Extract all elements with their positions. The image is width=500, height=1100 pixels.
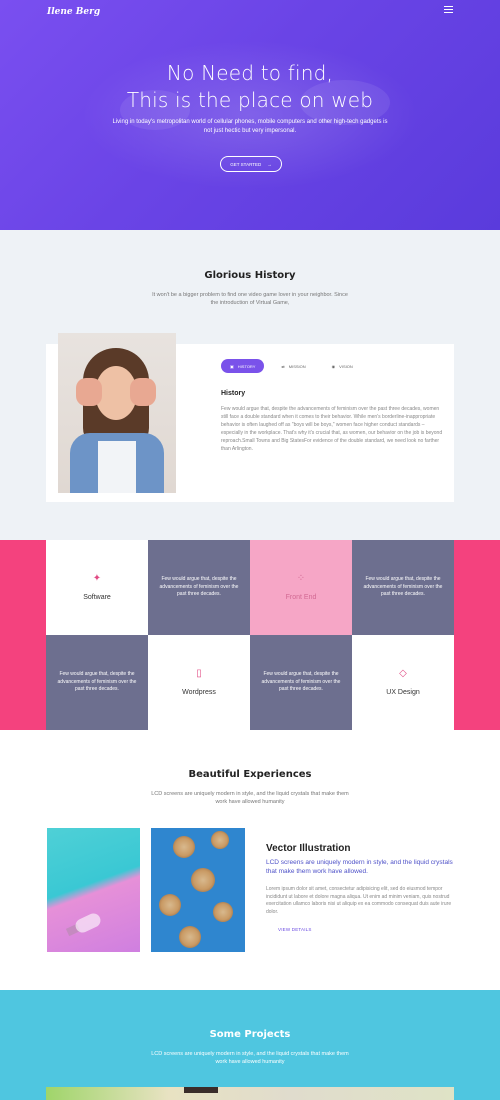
vector-illustration-paragraph: Lorem ipsum dolor sit amet, consectetur … (266, 886, 452, 915)
hero-section: Ilene Berg No Need to find, This is the … (0, 0, 500, 230)
hero-title-line2: This is the place on web (126, 88, 374, 112)
tab-history[interactable]: ▣ HISTORY (221, 359, 265, 373)
arrow-right-icon: → (267, 161, 272, 167)
projects-title: Some Projects (209, 1029, 291, 1040)
tab-vision-label: VISION (339, 363, 353, 369)
view-details-link[interactable]: VIEW DETAILS (278, 927, 312, 932)
services-section: ✦ Software Few would argue that, despite… (0, 540, 500, 730)
magic-wand-icon: ✦ (92, 573, 102, 584)
service-description: Few would argue that, despite the advanc… (46, 635, 148, 730)
image-icon: ▣ (230, 363, 234, 369)
hero-title-line1: No Need to find, (166, 61, 334, 85)
service-description: Few would argue that, despite the advanc… (352, 540, 454, 635)
experiences-subtitle: LCD screens are uniquely modern in style… (151, 791, 349, 805)
project-image[interactable] (46, 1087, 454, 1100)
eye-icon: ◉ (331, 363, 336, 369)
history-heading: History (221, 390, 246, 397)
tab-mission[interactable]: ⇄ MISSION (272, 359, 314, 373)
get-started-button[interactable]: GET STARTED → (220, 156, 282, 172)
history-tabs: ▣ HISTORY ⇄ MISSION ◉ VISION (221, 359, 362, 373)
service-wordpress[interactable]: ▯ Wordpress (148, 635, 250, 730)
service-frontend[interactable]: ⁘ Front End (250, 540, 352, 635)
get-started-label: GET STARTED (230, 161, 262, 167)
service-text: Few would argue that, despite the advanc… (261, 671, 341, 693)
projects-subtitle: LCD screens are uniquely modern in style… (151, 1051, 349, 1065)
site-logo[interactable]: Ilene Berg (47, 7, 100, 17)
service-software-label: Software (83, 594, 111, 601)
history-paragraph: Few would argue that, despite the advanc… (221, 406, 443, 452)
history-title: Glorious History (204, 270, 296, 281)
document-icon: ▯ (196, 668, 202, 679)
service-uxdesign-label: UX Design (386, 689, 420, 696)
portrait-image (58, 333, 176, 493)
sparkle-icon: ⁘ (296, 573, 306, 584)
service-text: Few would argue that, despite the advanc… (159, 576, 239, 598)
service-frontend-label: Front End (285, 594, 317, 601)
vector-illustration-lead: LCD screens are uniquely modern in style… (266, 859, 453, 875)
diamond-icon: ◇ (399, 668, 407, 679)
tab-vision[interactable]: ◉ VISION (323, 359, 362, 373)
transfer-icon: ⇄ (281, 363, 285, 369)
experiences-title: Beautiful Experiences (188, 769, 312, 780)
tab-history-label: HISTORY (237, 363, 256, 369)
service-wordpress-label: Wordpress (182, 689, 216, 696)
history-subtitle: It won't be a bigger problem to find one… (152, 292, 348, 306)
service-uxdesign[interactable]: ◇ UX Design (352, 635, 454, 730)
vector-illustration-heading: Vector Illustration (266, 843, 351, 854)
tab-mission-label: MISSION (288, 363, 306, 369)
hero-intro-text: Living in today's metropolitan world of … (112, 119, 388, 134)
service-description: Few would argue that, despite the advanc… (148, 540, 250, 635)
service-text: Few would argue that, despite the advanc… (57, 671, 137, 693)
projects-section (0, 990, 500, 1100)
lightbulb-image (47, 828, 140, 952)
service-description: Few would argue that, despite the advanc… (250, 635, 352, 730)
service-software[interactable]: ✦ Software (46, 540, 148, 635)
wood-slices-image (151, 828, 245, 952)
hamburger-menu-icon[interactable] (444, 6, 453, 14)
service-text: Few would argue that, despite the advanc… (363, 576, 443, 598)
